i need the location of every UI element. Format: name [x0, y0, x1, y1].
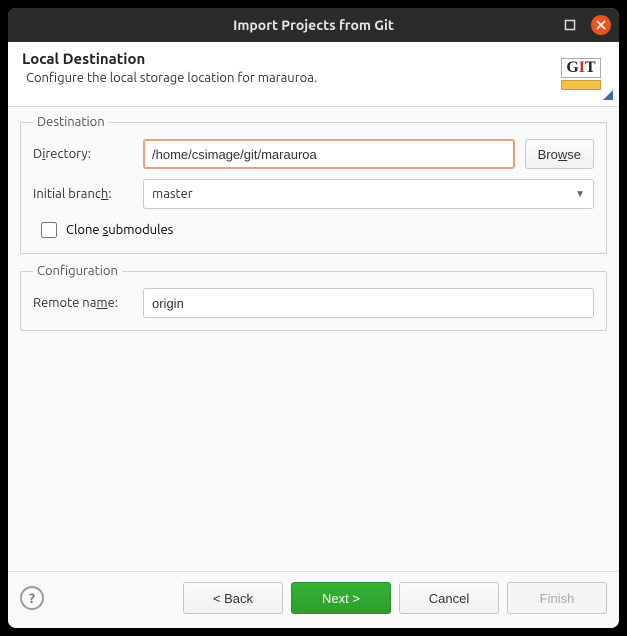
clone-submodules-label: Clone submodules	[66, 223, 173, 237]
window-title: Import Projects from Git	[233, 17, 394, 33]
git-icon: GIT	[557, 50, 605, 98]
close-icon[interactable]	[591, 15, 611, 35]
finish-button[interactable]: Finish	[507, 582, 607, 614]
wizard-header: Local Destination Configure the local st…	[8, 42, 619, 107]
browse-button[interactable]: Browse	[525, 139, 594, 169]
wizard-content: Destination Directory: Browse Initial br…	[8, 107, 619, 571]
destination-group: Destination Directory: Browse Initial br…	[20, 115, 607, 254]
initial-branch-value: master	[152, 187, 193, 201]
help-button[interactable]: ?	[20, 586, 44, 610]
initial-branch-label: Initial branch:	[33, 187, 133, 201]
cancel-button[interactable]: Cancel	[399, 582, 499, 614]
titlebar: Import Projects from Git	[8, 8, 619, 42]
destination-legend: Destination	[33, 115, 109, 129]
directory-label: Directory:	[33, 147, 133, 161]
chevron-down-icon: ▼	[575, 188, 585, 200]
page-title: Local Destination	[22, 50, 557, 67]
initial-branch-select[interactable]: master ▼	[143, 179, 594, 209]
dialog-window: Import Projects from Git Local Destinati…	[8, 8, 619, 628]
remote-name-input[interactable]	[143, 288, 594, 318]
back-button[interactable]: < Back	[183, 582, 283, 614]
configuration-legend: Configuration	[33, 264, 122, 278]
restore-icon[interactable]	[561, 16, 579, 34]
page-subtitle: Configure the local storage location for…	[22, 71, 557, 85]
directory-input[interactable]	[143, 139, 515, 169]
wizard-footer: ? < Back Next > Cancel Finish	[8, 571, 619, 628]
next-button[interactable]: Next >	[291, 582, 391, 614]
remote-name-label: Remote name:	[33, 296, 133, 310]
clone-submodules-checkbox[interactable]	[41, 222, 57, 238]
configuration-group: Configuration Remote name:	[20, 264, 607, 331]
